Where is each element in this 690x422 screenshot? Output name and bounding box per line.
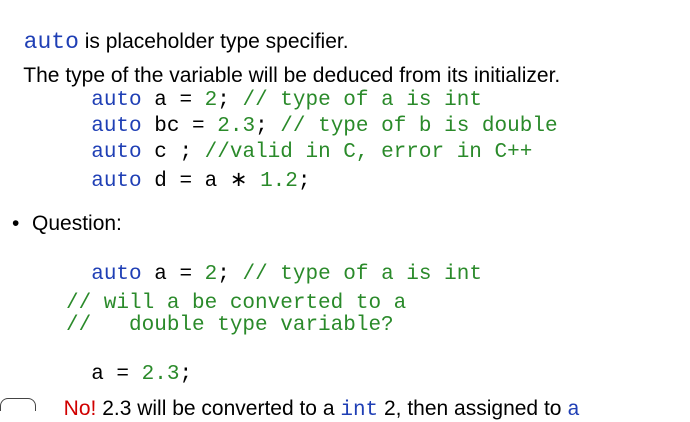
cc-license-icon: [0, 398, 36, 411]
int-keyword: int: [340, 399, 379, 422]
comment-line-2: // double type variable?: [66, 314, 394, 337]
code-keyword: auto: [91, 170, 142, 193]
code-text: a =: [141, 263, 205, 286]
bullet-icon: •: [12, 212, 20, 235]
answer-line: No! 2.3 will be converted to a int 2, th…: [52, 373, 580, 422]
code-comment: // type of a is int: [242, 263, 482, 286]
code-text: ;: [297, 170, 311, 193]
question-label: Question:: [32, 212, 122, 235]
code-number: 2: [204, 263, 218, 286]
code-number: 1.2: [260, 170, 298, 193]
code-line-4: auto d = a ∗ 1.2;: [66, 144, 310, 193]
answer-no: No!: [63, 397, 97, 420]
question-code-line: auto a = 2; // type of a is int: [66, 240, 482, 286]
answer-text: 2, then assigned to: [378, 397, 568, 420]
code-text: ;: [217, 263, 243, 286]
answer-text: 2.3 will be converted to a: [96, 397, 341, 420]
code-keyword: auto: [91, 263, 142, 286]
code-text: d = a ∗: [141, 170, 261, 193]
a-keyword: a: [567, 399, 580, 422]
comment-line-1: // will a be converted to a: [66, 292, 407, 315]
